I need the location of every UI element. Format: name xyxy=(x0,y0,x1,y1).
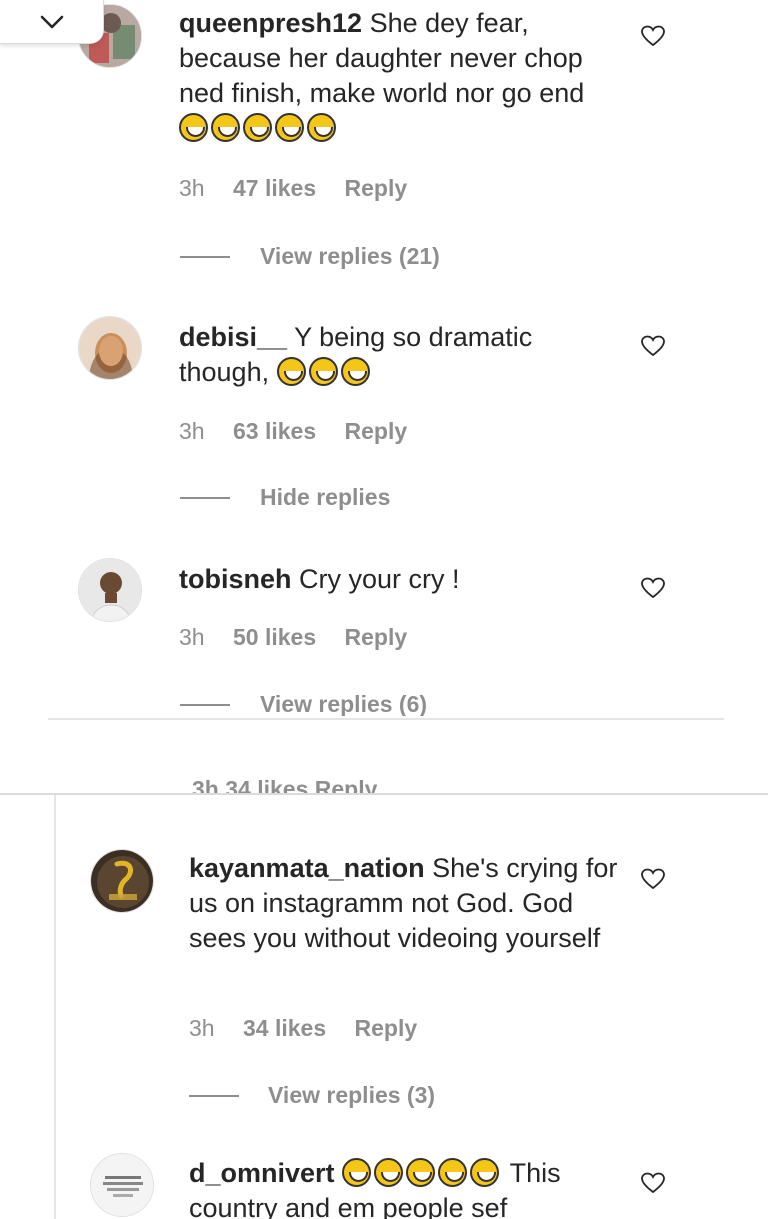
comment-time[interactable]: 3h xyxy=(179,624,205,650)
grinning-emoji-icon xyxy=(276,357,306,386)
view-replies-button[interactable]: View replies (3) xyxy=(268,1082,435,1109)
rofl-emoji-icon xyxy=(438,1158,468,1187)
comment-text: Cry your cry ! xyxy=(299,564,460,594)
reply-button[interactable]: Reply xyxy=(355,1015,418,1041)
comment-time[interactable]: 3h xyxy=(189,1015,215,1041)
replies-line xyxy=(180,704,230,706)
heart-outline-icon[interactable] xyxy=(640,24,666,48)
comment-body: queenpresh12 She dey fear, because her d… xyxy=(179,6,619,146)
rofl-emoji-icon xyxy=(307,113,336,142)
comment-body: d_omnivert This country and em people se… xyxy=(189,1156,629,1219)
heart-outline-icon[interactable] xyxy=(640,334,666,358)
heart-outline-icon[interactable] xyxy=(640,867,666,891)
comments-panel-bottom: kayanmata_nation She's crying for us on … xyxy=(0,793,768,1219)
comment-likes[interactable]: 34 likes xyxy=(243,1015,326,1041)
comment-likes[interactable]: 63 likes xyxy=(233,418,316,444)
comment-meta: 3h 47 likes Reply xyxy=(179,175,429,202)
comment-time[interactable]: 3h xyxy=(179,418,205,444)
emoji-group xyxy=(342,1158,510,1188)
comment-username[interactable]: tobisneh xyxy=(179,564,292,594)
rofl-emoji-icon xyxy=(406,1158,436,1187)
rofl-emoji-icon xyxy=(275,113,304,142)
comments-panel-top: queenpresh12 She dey fear, because her d… xyxy=(0,0,768,716)
comment-username[interactable]: kayanmata_nation xyxy=(189,853,425,883)
comment-meta: 3h 50 likes Reply xyxy=(179,624,429,651)
view-replies-button[interactable]: View replies (6) xyxy=(260,691,427,716)
comment-meta: 3h 34 likes Reply xyxy=(189,1015,439,1042)
rofl-emoji-icon xyxy=(179,113,208,142)
collapse-button[interactable] xyxy=(0,0,104,44)
avatar[interactable] xyxy=(90,1153,154,1217)
reply-button[interactable]: Reply xyxy=(345,418,408,444)
avatar[interactable] xyxy=(78,316,142,380)
comment-username[interactable]: queenpresh12 xyxy=(179,8,362,38)
comment-likes[interactable]: 50 likes xyxy=(233,624,316,650)
panel-edge xyxy=(54,795,56,1219)
comment-username[interactable]: d_omnivert xyxy=(189,1158,335,1188)
grinning-emoji-icon xyxy=(340,357,370,386)
comment-time[interactable]: 3h xyxy=(179,175,205,201)
reply-button[interactable]: Reply xyxy=(345,175,408,201)
avatar[interactable] xyxy=(78,558,142,622)
reply-button[interactable]: Reply xyxy=(345,624,408,650)
rofl-emoji-icon xyxy=(342,1158,372,1187)
replies-line xyxy=(180,497,230,499)
clipped-comment-meta: 3h 34 likes Reply xyxy=(192,776,378,794)
avatar-image xyxy=(91,1154,153,1216)
avatar-image xyxy=(91,850,153,912)
comment-body: kayanmata_nation She's crying for us on … xyxy=(189,851,629,956)
rofl-emoji-icon xyxy=(374,1158,404,1187)
heart-outline-icon[interactable] xyxy=(640,1171,666,1195)
replies-line xyxy=(189,1095,239,1097)
comment-meta: 3h 63 likes Reply xyxy=(179,418,429,445)
rofl-emoji-icon xyxy=(470,1158,500,1187)
screenshot-divider xyxy=(48,718,724,720)
comment-body: tobisneh Cry your cry ! xyxy=(179,562,619,597)
avatar-image xyxy=(79,317,141,379)
emoji-group xyxy=(179,113,339,143)
hide-replies-button[interactable]: Hide replies xyxy=(260,484,390,511)
chevron-down-icon xyxy=(40,15,63,28)
heart-outline-icon[interactable] xyxy=(640,576,666,600)
avatar[interactable] xyxy=(90,849,154,913)
comment-likes[interactable]: 47 likes xyxy=(233,175,316,201)
replies-line xyxy=(180,256,230,258)
comment-username[interactable]: debisi__ xyxy=(179,322,287,352)
rofl-emoji-icon xyxy=(243,113,272,142)
view-replies-button[interactable]: View replies (21) xyxy=(260,243,440,270)
comment-body: debisi__ Y being so dramatic though, xyxy=(179,320,619,390)
grinning-emoji-icon xyxy=(308,357,338,386)
emoji-group xyxy=(276,357,373,387)
rofl-emoji-icon xyxy=(211,113,240,142)
avatar-image xyxy=(79,559,141,621)
